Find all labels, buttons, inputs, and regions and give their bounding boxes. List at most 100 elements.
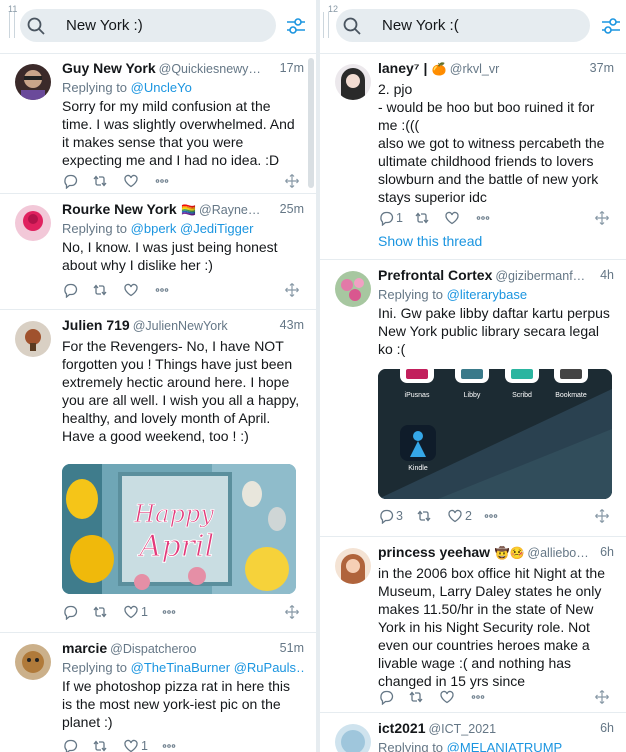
filter-icon[interactable] (600, 15, 622, 37)
like-button[interactable]: 1 (123, 603, 148, 621)
mention-link[interactable]: @TheTinaBurner @RuPauls… (131, 660, 304, 675)
author-name[interactable]: ict2021 (378, 720, 425, 736)
search-box[interactable] (20, 9, 276, 42)
like-button[interactable] (123, 172, 139, 190)
author-name[interactable]: Prefrontal Cortex (378, 267, 492, 283)
more-button[interactable] (483, 507, 499, 525)
reply-icon (64, 283, 78, 298)
tweet[interactable]: Prefrontal Cortex @gizibermanf… 4h Replyin… (320, 261, 626, 537)
reply-button[interactable] (62, 737, 78, 752)
tweet-time[interactable]: 37m (585, 61, 614, 75)
avatar[interactable] (335, 724, 371, 752)
tweet-image[interactable]: Happy April (62, 464, 296, 594)
search-icon (343, 17, 361, 35)
author-handle[interactable]: @gizibermanf… (495, 269, 585, 283)
avatar[interactable] (335, 271, 371, 307)
retweet-button[interactable] (408, 688, 424, 706)
like-button[interactable] (123, 281, 139, 299)
tweet[interactable]: princess yeehaw 🤠🤒 @alliebo… 6h in the 200… (320, 538, 626, 713)
tweet[interactable]: Guy New York @Quickiesnewy… 17m Replying t… (0, 54, 316, 194)
reply-button[interactable] (62, 603, 78, 621)
like-count: 1 (141, 605, 148, 619)
avatar[interactable] (15, 321, 51, 357)
tweet-time[interactable]: 4h (596, 268, 614, 282)
move-icon (284, 604, 300, 620)
tweet-image[interactable]: iPusnas Libby Scribd Bookmate Kindle (378, 369, 612, 499)
show-thread-link[interactable]: Show this thread (378, 233, 482, 249)
tweet-time[interactable]: 25m (275, 202, 304, 216)
author-handle[interactable]: @ICT_2021 (428, 722, 496, 736)
avatar[interactable] (15, 644, 51, 680)
move-button[interactable] (284, 172, 300, 190)
filter-icon[interactable] (285, 15, 307, 37)
author-name[interactable]: marcie (62, 640, 107, 656)
tweet-time[interactable]: 6h (596, 545, 614, 559)
mention-link[interactable]: @bperk @JediTigger (131, 221, 254, 236)
more-button[interactable] (470, 688, 486, 706)
more-button[interactable] (475, 209, 491, 227)
tweet[interactable]: ict2021 @ICT_2021 6h Replying to @MELANIAT… (320, 714, 626, 752)
author-handle[interactable]: @JulienNewYork (133, 319, 228, 333)
reply-button[interactable]: 1 (378, 209, 403, 227)
move-button[interactable] (594, 507, 610, 525)
author-handle[interactable]: @Dispatcheroo (110, 642, 196, 656)
mention-link[interactable]: @literarybase (447, 287, 527, 302)
more-button[interactable] (154, 281, 170, 299)
avatar[interactable] (15, 205, 51, 241)
move-button[interactable] (594, 209, 610, 227)
tweet[interactable]: Rourke New York 🏳️‍🌈 @Rayne… 25m Replying … (0, 195, 316, 310)
like-button[interactable]: 1 (123, 737, 148, 752)
reply-button[interactable] (62, 172, 78, 190)
replying-to: Replying to @UncleYo (62, 80, 304, 97)
column-drag-handle[interactable] (323, 12, 329, 38)
more-button[interactable] (161, 603, 177, 621)
more-button[interactable] (161, 737, 177, 752)
search-input[interactable] (382, 9, 582, 42)
author-handle[interactable]: @rkvl_vr (450, 62, 500, 76)
column-search-new-york-smile: 1 1 Guy New York@Quickiesnewy… 17m Replyin… (0, 0, 316, 752)
column-drag-handle[interactable] (9, 12, 15, 38)
like-count: 1 (141, 739, 148, 752)
reply-button[interactable] (378, 688, 394, 706)
like-button[interactable] (439, 688, 455, 706)
tweet[interactable]: marcie @Dispatcheroo 51m Replying to @TheT… (0, 634, 316, 752)
reply-button[interactable]: 3 (378, 507, 403, 525)
tweet-time[interactable]: 43m (275, 318, 304, 332)
tweet[interactable]: laney⁷ | 🍊 @rkvl_vr 37m 2. pjo - would be … (320, 54, 626, 260)
retweet-button[interactable] (92, 281, 108, 299)
author-name[interactable]: laney⁷ | (378, 60, 427, 76)
author-name[interactable]: Julien 719 (62, 317, 130, 333)
avatar[interactable] (335, 64, 371, 100)
author-handle[interactable]: @Quickiesnewy… (159, 62, 261, 76)
tweet[interactable]: Julien 719 @JulienNewYork 43m For the Reve… (0, 311, 316, 633)
tweet-time[interactable]: 51m (275, 641, 304, 655)
avatar[interactable] (15, 64, 51, 100)
like-button[interactable] (444, 209, 460, 227)
move-button[interactable] (594, 688, 610, 706)
mention-link[interactable]: @UncleYo (131, 80, 192, 95)
like-button[interactable]: 2 (447, 507, 472, 525)
author-name[interactable]: Rourke New York (62, 201, 177, 217)
search-box[interactable] (336, 9, 590, 42)
retweet-button[interactable] (92, 603, 108, 621)
avatar[interactable] (335, 548, 371, 584)
tweet-actions: 3 2 (378, 507, 614, 527)
move-button[interactable] (284, 603, 300, 621)
author-handle[interactable]: @Rayne… (199, 203, 260, 217)
mention-link[interactable]: @MELANIATRUMP (447, 740, 563, 752)
retweet-button[interactable] (92, 172, 108, 190)
retweet-button[interactable] (416, 507, 432, 525)
author-name[interactable]: princess yeehaw (378, 544, 490, 560)
retweet-button[interactable] (92, 737, 108, 752)
tweet-feed[interactable]: Guy New York @Quickiesnewy… 17m Replying t… (0, 53, 316, 752)
tweet-feed[interactable]: laney⁷ | 🍊 @rkvl_vr 37m 2. pjo - would be … (320, 53, 626, 752)
move-button[interactable] (284, 281, 300, 299)
tweet-time[interactable]: 17m (275, 61, 304, 75)
reply-button[interactable] (62, 281, 78, 299)
retweet-button[interactable] (414, 209, 430, 227)
more-button[interactable] (154, 172, 170, 190)
search-input[interactable] (66, 9, 266, 42)
author-name[interactable]: Guy New York (62, 60, 156, 76)
author-handle[interactable]: @alliebo… (527, 546, 588, 560)
tweet-time[interactable]: 6h (596, 721, 614, 735)
